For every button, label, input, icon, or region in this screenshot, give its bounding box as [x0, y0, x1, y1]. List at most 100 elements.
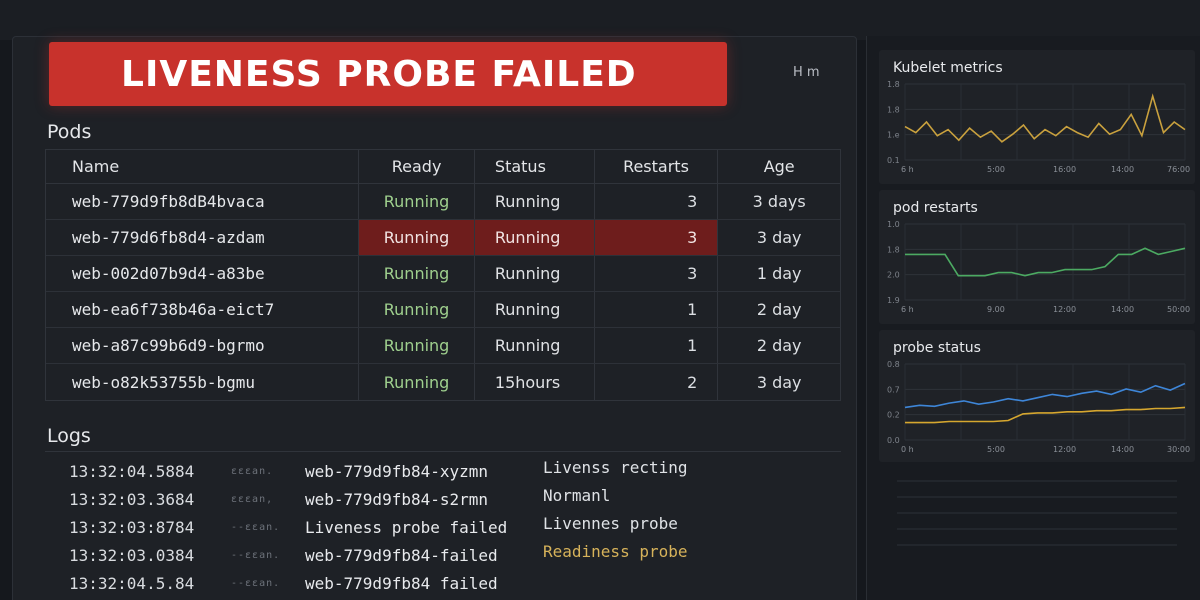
window-top-bar [0, 0, 1200, 40]
log-line: 13:32:04.5884 ɛɛɛan. web-779d9fb84-xyzmn… [45, 458, 841, 486]
pod-age: 3 days [752, 192, 806, 211]
pod-name: web-a87c99b6d9-bgrmo [46, 328, 360, 363]
log-level: --ɛɛan. [231, 550, 281, 561]
y-tick-label: 0.7 [887, 385, 900, 394]
table-row[interactable]: web-a87c99b6d9-bgrmo Running Running 1 2… [46, 328, 840, 364]
probe-status-chart: 0.8 0.7 0.2 0.00 h 5:00 12:00 14:00 30:00 [887, 360, 1190, 454]
log-timestamp: 13:32:03.0384 [69, 546, 195, 565]
x-tick-label: 14:00 [1111, 305, 1134, 314]
log-message: Livenss recting [543, 458, 688, 477]
y-tick-label: 0.0 [887, 436, 900, 445]
x-tick-label: 14:00 [1111, 445, 1134, 454]
probe-status-panel[interactable]: probe status 0.8 0.7 0.2 0.0 0 h 5:00 12:00 14:… [879, 330, 1195, 462]
kubelet-metrics-chart: 1.8 1.8 1.e 0.16 h 5:00 16:00 14:00 76:00 [887, 80, 1190, 174]
column-header-status[interactable]: Status [475, 150, 595, 183]
table-row[interactable]: web-ea6f738b46a-eict7 Running Running 1 … [46, 292, 840, 328]
log-source: web-779d9fb84-failed [305, 546, 498, 565]
pod-status: Running [475, 292, 595, 327]
pod-ready: Running [359, 184, 475, 219]
table-row[interactable]: web-779d9fb8dB4bvaca Running Running 3 3… [46, 184, 840, 220]
kubelet-metrics-panel[interactable]: Kubelet metrics 1.8 1.8 1.e 0.1 6 h 5:00 16:00… [879, 50, 1195, 184]
pod-name: web-002d07b9d4-a83be [46, 256, 360, 291]
pod-ready: Running [359, 328, 475, 363]
x-tick-label: 6 h [901, 305, 914, 314]
y-tick-label: 1.e [887, 131, 900, 140]
pod-name: web-779d9fb8dB4bvaca [46, 184, 360, 219]
pod-ready: Running [359, 364, 475, 400]
log-level: --ɛɛan. [231, 522, 281, 533]
log-line: 13:32:03.3684 ɛɛɛan, web-779d9fb84-s2rmn… [45, 486, 841, 514]
pod-ready: Running [359, 292, 475, 327]
column-header-restarts[interactable]: Restarts [595, 150, 719, 183]
log-timestamp: 13:32:04.5.84 [69, 574, 195, 593]
y-tick-label: 1.8 [887, 245, 900, 254]
log-timestamp: 13:32:03:8784 [69, 518, 195, 537]
table-row-failed[interactable]: web-779d6fb8d4-azdam Running Running 3 3… [46, 220, 840, 256]
pod-name: web-ea6f738b46a-eict7 [46, 292, 360, 327]
pods-table: Name Ready Status Restarts Age web-779d9… [45, 149, 841, 401]
pod-status: Running [475, 184, 595, 219]
series-line [905, 247, 1186, 277]
x-tick-label: 12:00 [1053, 305, 1076, 314]
x-tick-label: 0 h [901, 445, 914, 454]
logs-panel: 13:32:04.5884 ɛɛɛan. web-779d9fb84-xyzmn… [45, 451, 841, 600]
pod-age: 1 day [756, 264, 802, 283]
log-line: 13:32:03.0384 --ɛɛan. web-779d9fb84-fail… [45, 542, 841, 570]
alert-banner: LIVENESS PROBE FAILED [49, 42, 727, 106]
x-tick-label: 9.00 [987, 305, 1005, 314]
pod-restarts: 3 [594, 220, 719, 255]
pod-restarts: 3 [595, 256, 719, 291]
x-tick-label: 16:00 [1053, 165, 1076, 174]
x-tick-label: 30:00 [1167, 445, 1190, 454]
x-tick-label: 5:00 [987, 445, 1005, 454]
pod-age: 3 day [756, 228, 802, 247]
x-tick-label: 14:00 [1111, 165, 1134, 174]
log-level: --ɛɛan. [231, 578, 281, 589]
table-row[interactable]: web-o82k53755b-bgmu Running 15hours 2 3 … [46, 364, 840, 400]
pod-restarts-chart: 1.0 1.8 2.0 1.96 h 9.00 12:00 14:00 50:00 [887, 220, 1190, 314]
pods-table-header: Name Ready Status Restarts Age [46, 150, 840, 184]
column-header-ready[interactable]: Ready [359, 150, 475, 183]
pod-age: 2 day [756, 300, 802, 319]
log-timestamp: 13:32:03.3684 [69, 490, 195, 509]
y-tick-label: 2.0 [887, 271, 900, 280]
table-row[interactable]: web-002d07b9d4-a83be Running Running 3 1… [46, 256, 840, 292]
log-message: Normanl [543, 486, 611, 505]
pod-age: 2 day [756, 336, 802, 355]
y-tick-label: 1.9 [887, 296, 900, 305]
y-tick-label: 0.2 [887, 411, 900, 420]
pod-restarts: 2 [595, 364, 719, 400]
pod-restarts: 1 [595, 328, 719, 363]
x-tick-label: 50:00 [1167, 305, 1190, 314]
log-source: web-779d9fb84-s2rmn [305, 490, 489, 509]
pod-restarts: 1 [595, 292, 719, 327]
pod-restarts: 3 [595, 184, 719, 219]
pod-ready: Running [359, 256, 475, 291]
log-message: Livennes probe [543, 514, 678, 533]
log-source: Liveness probe failed [305, 518, 508, 537]
x-tick-label: 5:00 [987, 165, 1005, 174]
main-panel: LIVENESS PROBE FAILED H m Pods Name Read… [12, 36, 857, 600]
y-tick-label: 1.8 [887, 105, 900, 114]
y-tick-label: 0.8 [887, 360, 900, 369]
column-header-name[interactable]: Name [46, 150, 360, 183]
y-tick-label: 1.0 [887, 220, 900, 229]
metrics-sidebar: Kubelet metrics 1.8 1.8 1.e 0.1 6 h 5:00 16:00… [866, 36, 1200, 600]
alert-title: LIVENESS PROBE FAILED [121, 53, 637, 95]
pod-ready: Running [359, 220, 475, 255]
logs-section-title: Logs [47, 425, 91, 447]
series-line [904, 382, 1186, 409]
log-line: 13:32:03:8784 --ɛɛan. Liveness probe fai… [45, 514, 841, 542]
dimmed-panel [879, 466, 1195, 596]
x-tick-label: 76:00 [1167, 165, 1190, 174]
pod-restarts-panel[interactable]: pod restarts 1.0 1.8 2.0 1.9 6 h 9.00 12:00 14:… [879, 190, 1195, 324]
x-tick-label: 6 h [901, 165, 914, 174]
x-tick-label: 12:00 [1053, 445, 1076, 454]
column-header-age[interactable]: Age [718, 150, 840, 183]
log-line: 13:32:04.5.84 --ɛɛan. web-779d9fb84 fail… [45, 572, 841, 598]
pod-name: web-o82k53755b-bgmu [46, 364, 360, 400]
time-range-toggle[interactable]: H m [793, 65, 820, 80]
log-timestamp: 13:32:04.5884 [69, 462, 195, 481]
pod-status: Running [474, 220, 595, 255]
pod-status: 15hours [475, 364, 595, 400]
